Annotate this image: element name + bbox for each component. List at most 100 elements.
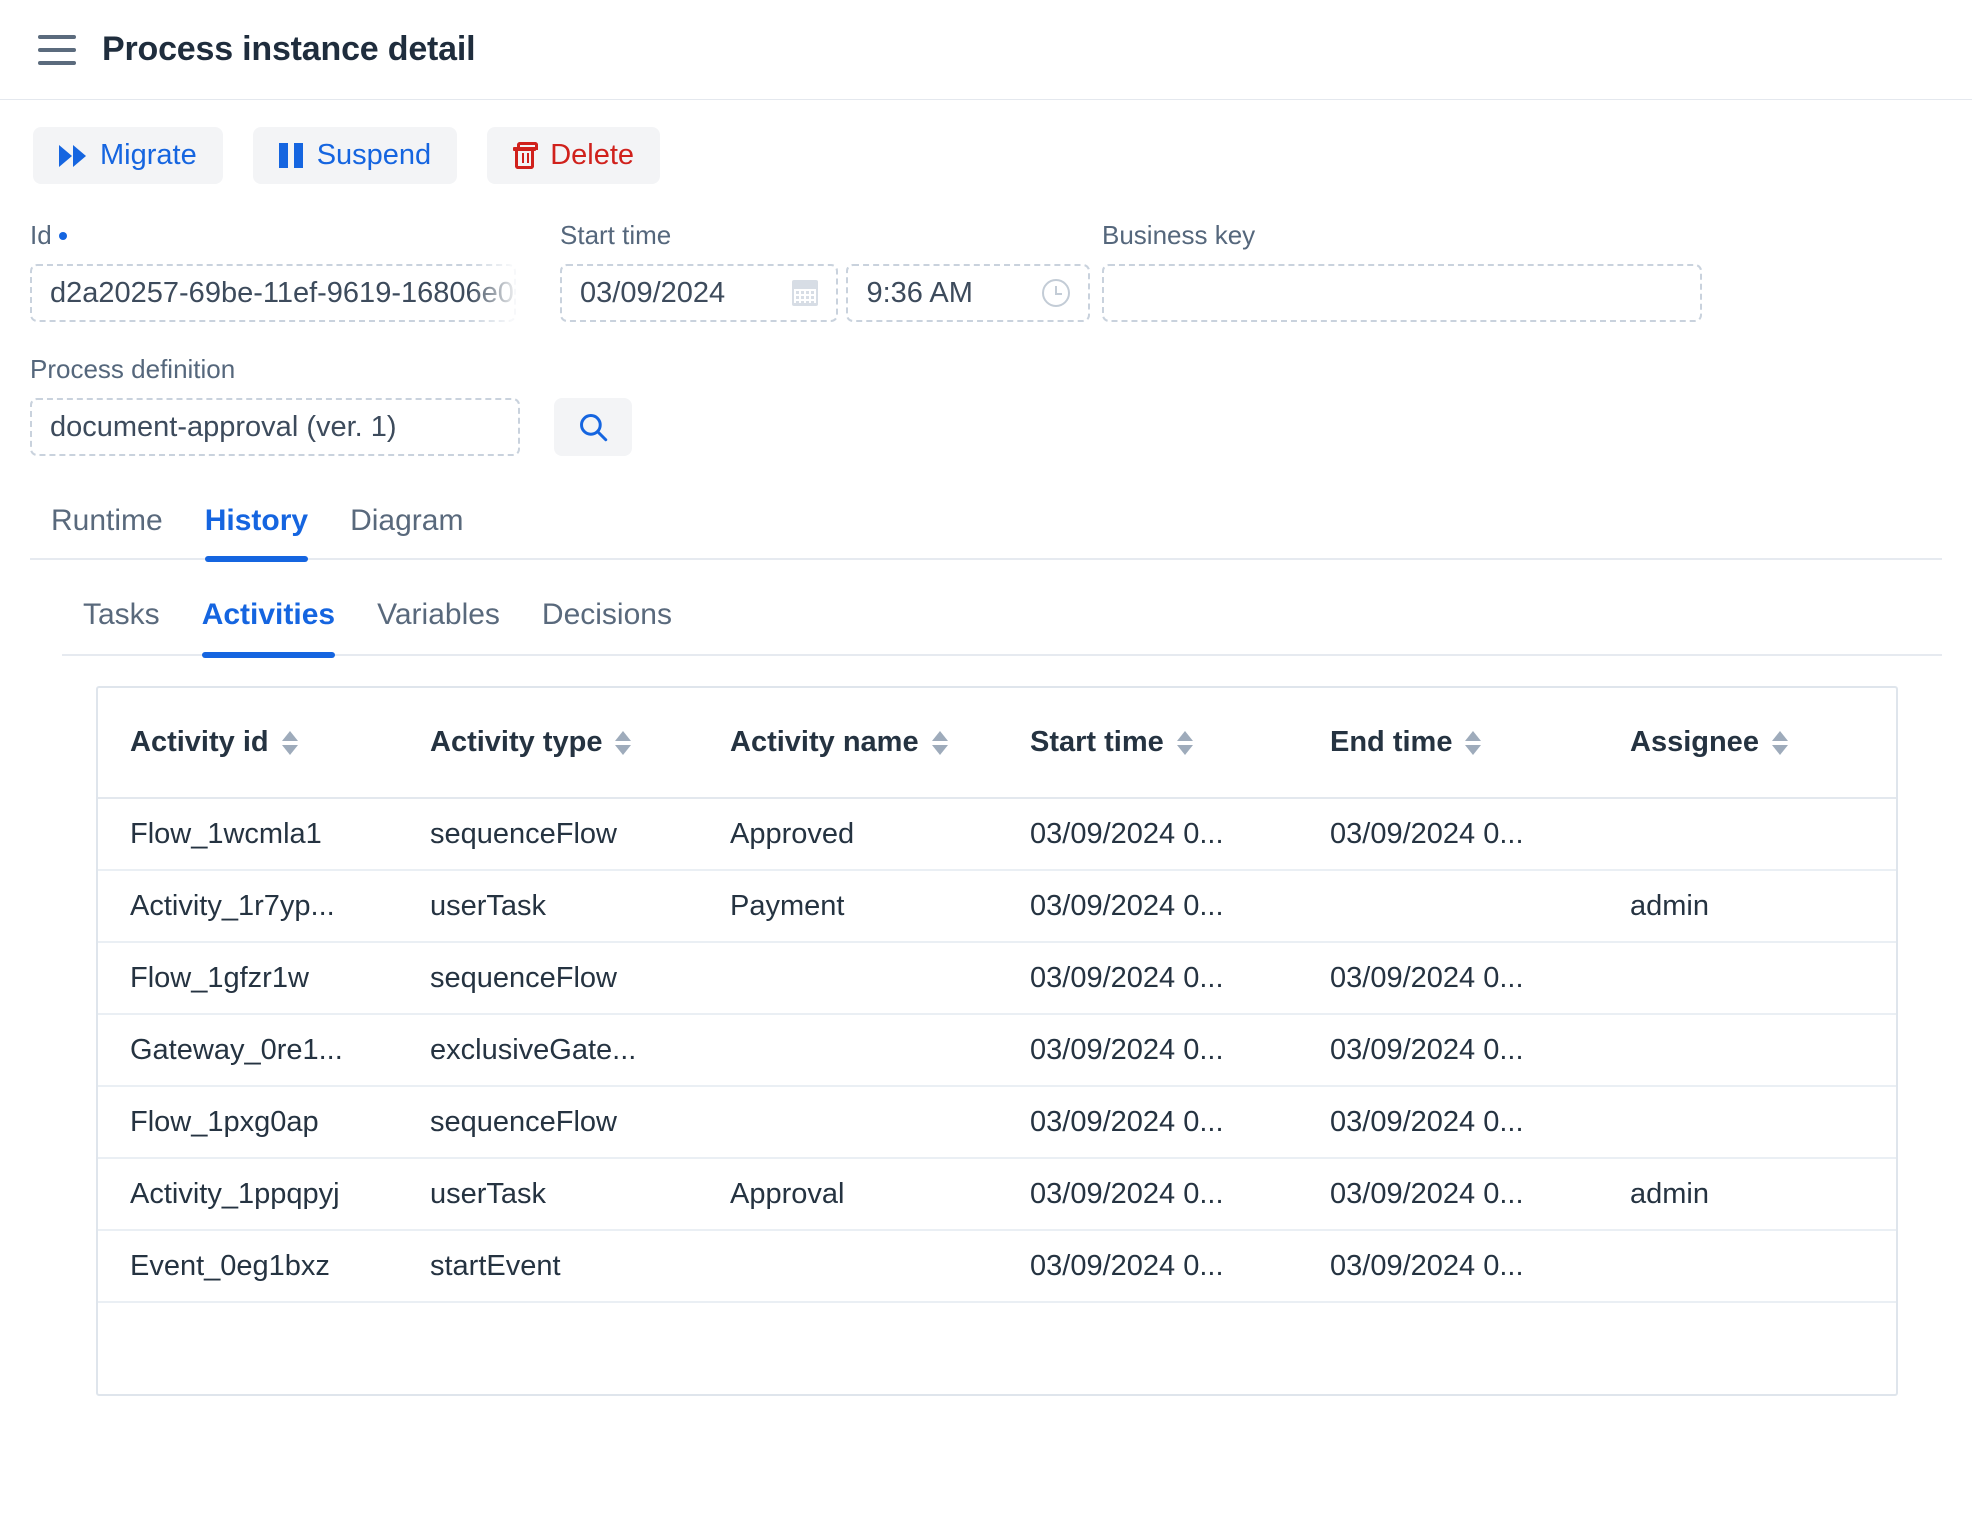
table-row[interactable]: Flow_1gfzr1w sequenceFlow 03/09/2024 0..… (98, 942, 1896, 1015)
table-row[interactable]: Gateway_0re1... exclusiveGate... 03/09/2… (98, 1014, 1896, 1087)
cell-end-time: 03/09/2024 0... (1298, 798, 1598, 871)
main-tabs: Runtime History Diagram (30, 504, 1942, 562)
start-date-value: 03/09/2024 (580, 276, 726, 309)
table-row[interactable]: Event_0eg1bxz startEvent 03/09/2024 0...… (98, 1230, 1896, 1303)
calendar-icon[interactable] (792, 280, 819, 306)
business-key-field-group: Business key (1102, 220, 1702, 322)
sort-icon[interactable] (1465, 730, 1482, 755)
cell-activity-id: Flow_1pxg0ap (98, 1086, 398, 1159)
tab-runtime[interactable]: Runtime (30, 504, 184, 558)
column-header-activity-id-label: Activity id (130, 726, 269, 758)
cell-activity-type: startEvent (398, 1230, 698, 1303)
start-time-input[interactable]: 9:36 AM (846, 264, 1090, 322)
delete-button-label: Delete (550, 139, 635, 171)
activities-table-body: Flow_1wcmla1 sequenceFlow Approved 03/09… (98, 798, 1896, 1303)
id-input[interactable]: d2a20257-69be-11ef-9619-16806e04 (30, 264, 516, 322)
sort-icon[interactable] (615, 730, 632, 755)
process-definition-label: Process definition (30, 354, 236, 384)
search-button[interactable] (554, 398, 632, 456)
instance-fields: Id d2a20257-69be-11ef-9619-16806e04 Star… (0, 184, 1972, 322)
start-time-value: 9:36 AM (866, 276, 973, 309)
cell-activity-id: Flow_1gfzr1w (98, 942, 398, 1015)
id-field-group: Id d2a20257-69be-11ef-9619-16806e04 (30, 220, 546, 322)
cell-activity-id: Gateway_0re1... (98, 1014, 398, 1087)
cell-end-time: 03/09/2024 0... (1298, 1086, 1598, 1159)
sort-icon[interactable] (1176, 730, 1193, 755)
start-time-label: Start time (560, 220, 672, 250)
column-header-activity-type-label: Activity type (430, 726, 603, 758)
subtab-decisions[interactable]: Decisions (521, 598, 693, 654)
cell-assignee: admin (1598, 1158, 1896, 1231)
column-header-activity-type[interactable]: Activity type (398, 688, 698, 799)
id-label: Id (30, 220, 546, 251)
cell-start-time: 03/09/2024 0... (998, 942, 1298, 1015)
table-header-row: Activity id Activity type Activity name … (98, 688, 1896, 799)
table-row[interactable]: Flow_1pxg0ap sequenceFlow 03/09/2024 0..… (98, 1086, 1896, 1159)
cell-activity-type: sequenceFlow (398, 942, 698, 1015)
cell-assignee (1598, 942, 1896, 1015)
process-definition-input[interactable]: document-approval (ver. 1) (30, 398, 520, 456)
column-header-activity-id[interactable]: Activity id (98, 688, 398, 799)
app-header: Process instance detail (0, 0, 1972, 100)
cell-start-time: 03/09/2024 0... (998, 1086, 1298, 1159)
table-row[interactable]: Activity_1ppqpyj userTask Approval 03/09… (98, 1158, 1896, 1231)
delete-button[interactable]: Delete (487, 127, 661, 184)
cell-activity-name (698, 1086, 998, 1159)
cell-activity-type: sequenceFlow (398, 1086, 698, 1159)
fast-forward-icon (59, 144, 86, 167)
business-key-label: Business key (1102, 220, 1256, 250)
column-header-assignee[interactable]: Assignee (1598, 688, 1896, 799)
cell-assignee (1598, 1230, 1896, 1303)
cell-start-time: 03/09/2024 0... (998, 798, 1298, 871)
tab-diagram[interactable]: Diagram (329, 504, 484, 558)
cell-activity-type: exclusiveGate... (398, 1014, 698, 1087)
cell-assignee (1598, 798, 1896, 871)
column-header-end-time[interactable]: End time (1298, 688, 1598, 799)
cell-end-time: 03/09/2024 0... (1298, 1230, 1598, 1303)
column-header-start-time-label: Start time (1030, 726, 1164, 758)
clock-icon[interactable] (1042, 279, 1070, 307)
cell-start-time: 03/09/2024 0... (998, 1230, 1298, 1303)
page-title: Process instance detail (102, 30, 476, 68)
column-header-start-time[interactable]: Start time (998, 688, 1298, 799)
migrate-button[interactable]: Migrate (33, 127, 223, 184)
start-time-field-group: Start time 03/09/2024 9:36 AM (560, 220, 1090, 322)
search-icon (580, 414, 608, 442)
sort-icon[interactable] (931, 730, 948, 755)
subtab-tasks[interactable]: Tasks (62, 598, 181, 654)
cell-activity-name: Approved (698, 798, 998, 871)
column-header-activity-name-label: Activity name (730, 726, 919, 758)
activities-table: Activity id Activity type Activity name … (98, 688, 1896, 1303)
cell-start-time: 03/09/2024 0... (998, 870, 1298, 943)
cell-start-time: 03/09/2024 0... (998, 1158, 1298, 1231)
subtab-variables[interactable]: Variables (356, 598, 521, 654)
cell-activity-type: sequenceFlow (398, 798, 698, 871)
subtab-activities[interactable]: Activities (181, 598, 356, 658)
cell-activity-type: userTask (398, 870, 698, 943)
table-row[interactable]: Activity_1r7yp... userTask Payment 03/09… (98, 870, 1896, 943)
start-date-input[interactable]: 03/09/2024 (560, 264, 839, 322)
business-key-input[interactable] (1102, 264, 1702, 322)
cell-end-time: 03/09/2024 0... (1298, 942, 1598, 1015)
suspend-button[interactable]: Suspend (252, 127, 458, 184)
sort-icon[interactable] (1771, 730, 1788, 755)
trash-icon (513, 142, 539, 169)
cell-activity-id: Activity_1ppqpyj (98, 1158, 398, 1231)
suspend-button-label: Suspend (316, 139, 432, 171)
activities-table-container: Activity id Activity type Activity name … (96, 686, 1898, 1396)
column-header-assignee-label: Assignee (1630, 726, 1759, 758)
cell-activity-name: Approval (698, 1158, 998, 1231)
column-header-activity-name[interactable]: Activity name (698, 688, 998, 799)
cell-activity-name (698, 942, 998, 1015)
cell-activity-id: Flow_1wcmla1 (98, 798, 398, 871)
sort-icon[interactable] (281, 730, 298, 755)
table-row[interactable]: Flow_1wcmla1 sequenceFlow Approved 03/09… (98, 798, 1896, 871)
cell-activity-name: Payment (698, 870, 998, 943)
tab-history[interactable]: History (184, 504, 329, 562)
cell-end-time (1298, 870, 1598, 943)
migrate-button-label: Migrate (100, 139, 197, 171)
cell-assignee (1598, 1086, 1896, 1159)
hamburger-icon[interactable] (38, 34, 76, 65)
history-subtabs: Tasks Activities Variables Decisions (62, 598, 1942, 658)
required-dot-icon (58, 232, 67, 240)
